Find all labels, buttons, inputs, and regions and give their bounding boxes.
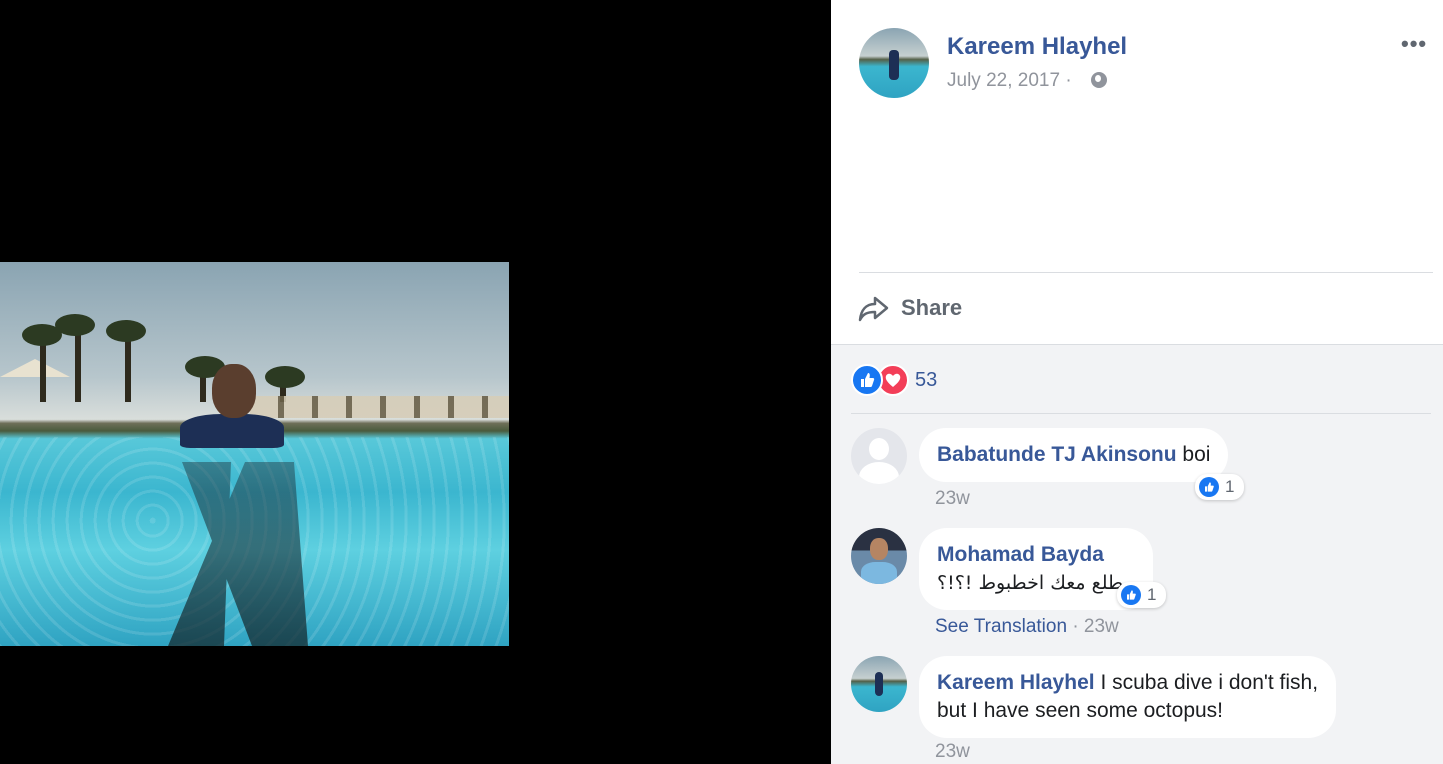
globe-icon [1091,72,1107,88]
comment-reaction[interactable]: 1 [1117,582,1167,608]
palm-tree [55,314,95,336]
avatar[interactable] [851,528,907,584]
avatar[interactable] [851,428,907,484]
pool-cabanas [250,396,509,418]
comment-time[interactable]: 23w [935,741,970,762]
author-avatar[interactable] [859,28,929,98]
meta-separator: · [1072,616,1079,637]
comment-meta: See Translation · 23w [935,616,1119,638]
like-reaction-icon [1199,477,1219,497]
post-header: Kareem Hlayhel July 22, 2017 · ••• Share [831,0,1443,344]
comment-like-count: 1 [1147,585,1157,604]
comment-text: boi [1182,443,1211,466]
comment-author[interactable]: Mohamad Bayda [937,541,1135,569]
comment-reaction[interactable]: 1 [1195,474,1245,500]
reactions-summary[interactable]: 53 [851,364,937,396]
divider [859,272,1433,273]
palm-tree [106,320,146,342]
like-reaction-icon [851,364,883,396]
diver-head [212,364,256,418]
umbrella [0,359,70,377]
photo-viewer [0,0,831,763]
avatar[interactable] [851,656,907,712]
comment-text-line2: but I have seen some octopus! [937,699,1224,722]
author-name[interactable]: Kareem Hlayhel [947,33,1127,61]
share-icon [857,292,889,324]
comment-like-count: 1 [1225,477,1235,496]
post-date-text[interactable]: July 22, 2017 [947,70,1060,91]
comment-author[interactable]: Kareem Hlayhel [937,671,1095,694]
comments-section: 53 Babatunde TJ Akinsonu boi 1 23w Moham… [831,344,1443,764]
comment-meta: 23w [935,488,970,510]
post-date[interactable]: July 22, 2017 · [947,70,1072,92]
like-reaction-icon [1121,585,1141,605]
comment-time[interactable]: 23w [1084,616,1119,637]
share-label: Share [901,295,963,320]
post-photo[interactable] [0,262,509,646]
comment-meta: 23w [935,741,970,763]
share-button[interactable]: Share [857,288,962,328]
reaction-count: 53 [915,368,938,391]
diver-body [180,414,284,448]
see-translation-link[interactable]: See Translation [935,616,1067,637]
comment-bubble: Kareem Hlayhel I scuba dive i don't fish… [919,656,1337,738]
comment-text: بيطلع معك اخطبوط !؟!؟ [937,572,1135,594]
comment-text: I scuba dive i don't fish, [1100,671,1319,694]
comment-author[interactable]: Babatunde TJ Akinsonu [937,443,1177,466]
comment-time[interactable]: 23w [935,488,970,509]
comment-bubble: Babatunde TJ Akinsonu boi [919,428,1229,482]
divider [851,413,1431,414]
more-icon[interactable]: ••• [1401,32,1427,56]
palm-tree [265,366,305,388]
post-panel: Kareem Hlayhel July 22, 2017 · ••• Share [831,0,1443,764]
date-separator: · [1065,70,1072,91]
